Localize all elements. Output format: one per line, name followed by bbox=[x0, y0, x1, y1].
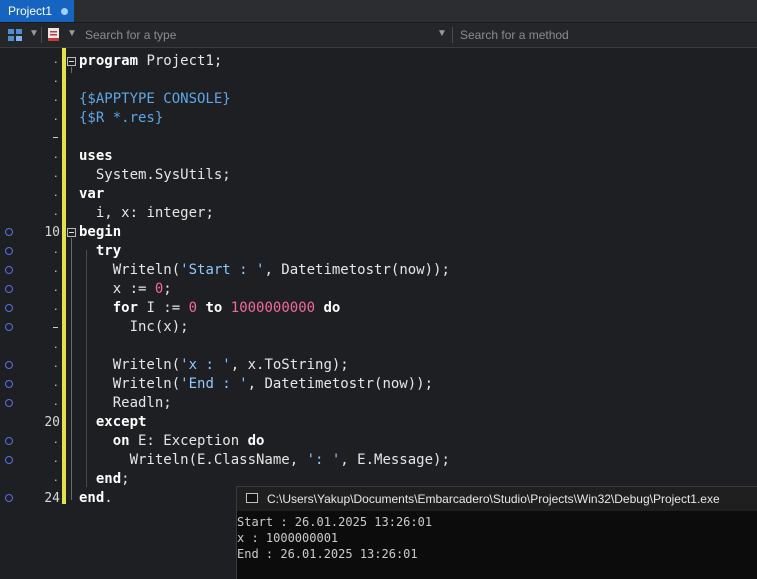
line-dot: · bbox=[53, 377, 58, 392]
fold-toggle-icon[interactable] bbox=[67, 228, 76, 237]
console-output-line: x : 1000000001 bbox=[237, 531, 339, 545]
line-dot: · bbox=[53, 244, 58, 259]
breakpoint-marker-icon[interactable] bbox=[5, 266, 13, 274]
editor-toolbar: ▼ ▼ Search for a type ▼ Search for a met… bbox=[0, 23, 757, 48]
code-line: for I := 0 to 1000000000 do bbox=[79, 300, 341, 316]
line-dot: · bbox=[53, 206, 58, 221]
breakpoint-marker-icon[interactable] bbox=[5, 323, 13, 331]
line-dot: · bbox=[53, 92, 58, 107]
code-line: end. bbox=[79, 490, 113, 506]
toolbar-divider bbox=[452, 27, 453, 43]
line-dot: · bbox=[53, 396, 58, 411]
console-output-line: End : 26.01.2025 13:26:01 bbox=[237, 547, 418, 561]
breakpoint-marker-icon[interactable] bbox=[5, 285, 13, 293]
fold-guide bbox=[71, 238, 72, 500]
chevron-down-icon[interactable]: ▼ bbox=[67, 28, 77, 39]
line-dot: · bbox=[53, 358, 58, 373]
code-line: {$APPTYPE CONSOLE} bbox=[79, 91, 231, 107]
breakpoint-marker-icon[interactable] bbox=[5, 380, 13, 388]
console-title-bar[interactable]: C:\Users\Yakup\Documents\Embarcadero\Stu… bbox=[237, 487, 757, 511]
line-dot: · bbox=[53, 263, 58, 278]
fold-guide bbox=[71, 67, 72, 73]
code-line: Writeln('x : ', x.ToString); bbox=[79, 357, 349, 373]
line-dot: · bbox=[53, 73, 58, 88]
breakpoint-marker-icon[interactable] bbox=[5, 494, 13, 502]
code-line: try bbox=[79, 243, 122, 259]
breakpoint-marker-icon[interactable] bbox=[5, 437, 13, 445]
breakpoint-marker-icon[interactable] bbox=[5, 399, 13, 407]
code-line: begin bbox=[79, 224, 122, 240]
code-line: program Project1; bbox=[79, 53, 223, 69]
code-line: end; bbox=[79, 471, 130, 487]
console-output-line: Start : 26.01.2025 13:26:01 bbox=[237, 515, 433, 529]
line-dash bbox=[53, 137, 58, 138]
code-line: x := 0; bbox=[79, 281, 172, 297]
tab-project1[interactable]: Project1 bbox=[0, 0, 74, 22]
breakpoint-marker-icon[interactable] bbox=[5, 247, 13, 255]
line-dot: · bbox=[53, 282, 58, 297]
chevron-down-icon[interactable]: ▼ bbox=[29, 28, 39, 39]
code-line: var bbox=[79, 186, 105, 202]
line-dot: · bbox=[53, 149, 58, 164]
code-line: Writeln('End : ', Datetimetostr(now)); bbox=[79, 376, 434, 392]
code-line: Writeln('Start : ', Datetimetostr(now)); bbox=[79, 262, 450, 278]
line-dot: · bbox=[53, 472, 58, 487]
breakpoint-marker-icon[interactable] bbox=[5, 304, 13, 312]
code-line: Inc(x); bbox=[79, 319, 189, 335]
code-line: {$R *.res} bbox=[79, 110, 164, 126]
console-title: C:\Users\Yakup\Documents\Embarcadero\Stu… bbox=[267, 492, 720, 506]
code-line: uses bbox=[79, 148, 113, 164]
console-window[interactable]: C:\Users\Yakup\Documents\Embarcadero\Stu… bbox=[236, 486, 757, 579]
code-line: Readln; bbox=[79, 395, 172, 411]
structure-view-icon[interactable] bbox=[7, 27, 23, 43]
line-dot: · bbox=[53, 434, 58, 449]
tab-bar: Project1 bbox=[0, 0, 757, 23]
code-line: except bbox=[79, 414, 147, 430]
breakpoint-marker-icon[interactable] bbox=[5, 228, 13, 236]
line-dot: · bbox=[53, 111, 58, 126]
breakpoint-marker-icon[interactable] bbox=[5, 361, 13, 369]
line-dash bbox=[53, 327, 58, 328]
console-app-icon bbox=[246, 493, 258, 503]
code-line: System.SysUtils; bbox=[79, 167, 231, 183]
code-line: Writeln(E.ClassName, ': ', E.Message); bbox=[79, 452, 450, 468]
line-dot: · bbox=[53, 54, 58, 69]
type-search-input[interactable]: Search for a type bbox=[85, 23, 425, 47]
line-number: 24 bbox=[44, 491, 60, 506]
line-dot: · bbox=[53, 187, 58, 202]
code-line: on E: Exception do bbox=[79, 433, 265, 449]
line-dot: · bbox=[53, 339, 58, 354]
modified-indicator-icon bbox=[61, 8, 68, 15]
line-dot: · bbox=[53, 453, 58, 468]
line-dot: · bbox=[53, 168, 58, 183]
line-number: 20 bbox=[44, 415, 60, 430]
method-search-input[interactable]: Search for a method bbox=[460, 23, 750, 47]
tab-label: Project1 bbox=[8, 4, 53, 18]
line-dot: · bbox=[53, 301, 58, 316]
fold-toggle-icon[interactable] bbox=[67, 57, 76, 66]
unit-icon[interactable] bbox=[46, 27, 62, 43]
breakpoint-marker-icon[interactable] bbox=[5, 456, 13, 464]
toolbar-divider bbox=[41, 27, 42, 43]
chevron-down-icon[interactable]: ▼ bbox=[437, 28, 447, 39]
code-line: i, x: integer; bbox=[79, 205, 214, 221]
line-number: 10 bbox=[44, 225, 60, 240]
